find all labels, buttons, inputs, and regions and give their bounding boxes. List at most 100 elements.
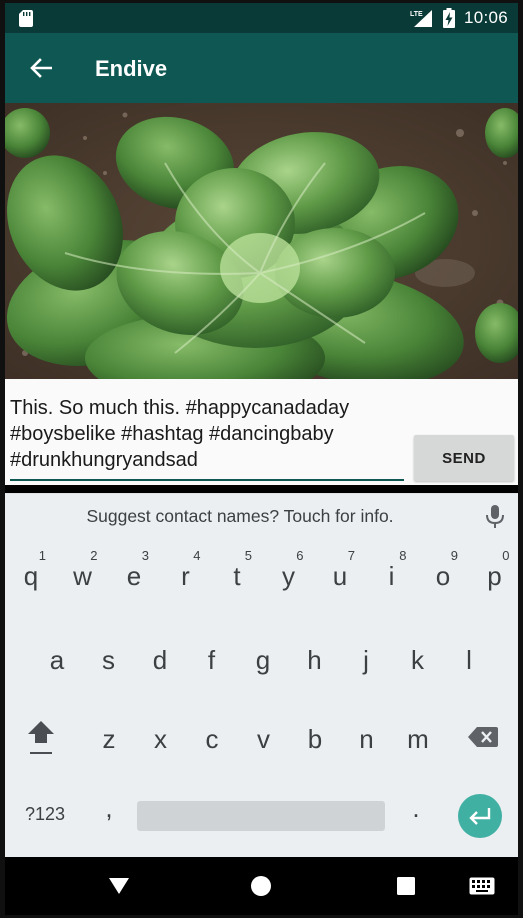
key-w[interactable]: w2 — [59, 539, 107, 609]
key-number-hint: 0 — [502, 548, 510, 563]
on-screen-keyboard: q1w2e3r4t5y6u7i8o9p0 asdfghjkl zxcvbnm ?… — [5, 539, 518, 857]
clock: 10:06 — [463, 8, 508, 27]
key-label: v — [257, 724, 270, 754]
battery-charging-icon — [442, 8, 455, 28]
key-label: x — [154, 724, 167, 754]
keyboard-row-1: q1w2e3r4t5y6u7i8o9p0 — [5, 539, 518, 609]
key-number-hint: 8 — [399, 548, 407, 563]
nav-recents-icon — [397, 877, 415, 895]
key-number-hint: 4 — [193, 548, 201, 563]
send-button[interactable]: SEND — [414, 435, 514, 481]
key-label: b — [307, 724, 323, 754]
key-number-hint: 5 — [244, 548, 252, 563]
nav-home-button[interactable] — [246, 871, 276, 901]
key-p[interactable]: p0 — [471, 539, 519, 609]
space-bar[interactable] — [137, 801, 385, 831]
symbols-key[interactable]: ?123 — [17, 779, 73, 849]
key-v[interactable]: v — [240, 702, 288, 772]
key-label: u — [332, 561, 348, 591]
key-x[interactable]: x — [137, 702, 185, 772]
key-label: j — [363, 645, 369, 675]
message-input[interactable]: This. So much this. #happycanadaday #boy… — [10, 395, 404, 473]
key-label: n — [359, 724, 374, 754]
key-y[interactable]: y6 — [265, 539, 313, 609]
key-number-hint: 3 — [141, 548, 149, 563]
key-s[interactable]: s — [85, 623, 133, 693]
nav-back-icon — [109, 878, 129, 894]
input-underline — [10, 479, 404, 481]
key-label: t — [233, 561, 241, 591]
key-b[interactable]: b — [291, 702, 339, 772]
key-label: d — [152, 645, 168, 675]
key-c[interactable]: c — [188, 702, 236, 772]
back-button[interactable] — [23, 50, 59, 86]
phone-screen: LTE 10:06 Endive This. So much this. #ha… — [5, 3, 518, 915]
status-indicators: LTE 10:06 — [410, 3, 508, 33]
suggestion-strip: Suggest contact names? Touch for info. — [5, 493, 518, 539]
key-z[interactable]: z — [85, 702, 133, 772]
key-j[interactable]: j — [342, 623, 390, 693]
key-label: a — [49, 645, 65, 675]
key-g[interactable]: g — [239, 623, 287, 693]
enter-key[interactable] — [458, 794, 502, 838]
key-d[interactable]: d — [136, 623, 184, 693]
svg-text:LTE: LTE — [410, 11, 423, 18]
status-bar: LTE 10:06 — [5, 3, 518, 33]
key-label: c — [205, 724, 219, 754]
key-label: w — [73, 561, 92, 591]
nav-back-button[interactable] — [104, 871, 134, 901]
key-m[interactable]: m — [394, 702, 442, 772]
key-label: o — [435, 561, 451, 591]
backspace-key[interactable] — [453, 702, 513, 772]
key-t[interactable]: t5 — [213, 539, 261, 609]
key-k[interactable]: k — [394, 623, 442, 693]
endive-lettuce-photo — [5, 103, 518, 379]
key-label: y — [282, 561, 295, 591]
key-number-hint: 1 — [38, 548, 46, 563]
key-number-hint: 7 — [347, 548, 355, 563]
key-label: q — [23, 561, 39, 591]
enter-arrow-icon — [469, 808, 491, 825]
app-bar: Endive — [5, 33, 518, 103]
key-e[interactable]: e3 — [110, 539, 158, 609]
nav-home-icon — [251, 876, 271, 896]
key-u[interactable]: u7 — [316, 539, 364, 609]
key-label: s — [102, 645, 115, 675]
contact-suggestion-prompt[interactable]: Suggest contact names? Touch for info. — [5, 506, 475, 527]
shift-arrow-icon — [28, 721, 54, 754]
compose-area: This. So much this. #happycanadaday #boy… — [5, 379, 518, 485]
mic-icon[interactable] — [484, 504, 506, 530]
key-r[interactable]: r4 — [162, 539, 210, 609]
key-h[interactable]: h — [291, 623, 339, 693]
period-key[interactable]: . — [396, 779, 436, 849]
key-l[interactable]: l — [445, 623, 493, 693]
key-a[interactable]: a — [33, 623, 81, 693]
key-number-hint: 9 — [450, 548, 458, 563]
sd-card-icon — [19, 10, 33, 27]
key-n[interactable]: n — [343, 702, 391, 772]
key-label: m — [407, 724, 429, 754]
keyboard-row-4: ?123 , . — [5, 779, 518, 849]
shift-key[interactable] — [11, 702, 71, 772]
key-i[interactable]: i8 — [368, 539, 416, 609]
key-label: k — [411, 645, 424, 675]
key-label: r — [181, 561, 190, 591]
nav-recents-button[interactable] — [391, 871, 421, 901]
key-number-hint: 6 — [296, 548, 304, 563]
backspace-icon — [468, 727, 498, 747]
comma-key[interactable]: , — [89, 779, 129, 849]
key-number-hint: 2 — [90, 548, 98, 563]
keyboard-row-3: zx c v b n m — [5, 702, 518, 772]
system-nav-bar — [5, 857, 518, 915]
key-o[interactable]: o9 — [419, 539, 467, 609]
keyboard-switch-button[interactable] — [467, 871, 497, 901]
arrow-back-icon — [30, 58, 52, 78]
key-label: p — [487, 561, 502, 591]
keyboard-switch-icon — [469, 877, 495, 895]
key-label: e — [126, 561, 142, 591]
key-label: h — [307, 645, 322, 675]
keyboard-row-2: a s dfgh j kl — [5, 623, 518, 693]
key-q[interactable]: q1 — [7, 539, 55, 609]
key-f[interactable]: f — [188, 623, 236, 693]
page-title: Endive — [95, 56, 168, 81]
